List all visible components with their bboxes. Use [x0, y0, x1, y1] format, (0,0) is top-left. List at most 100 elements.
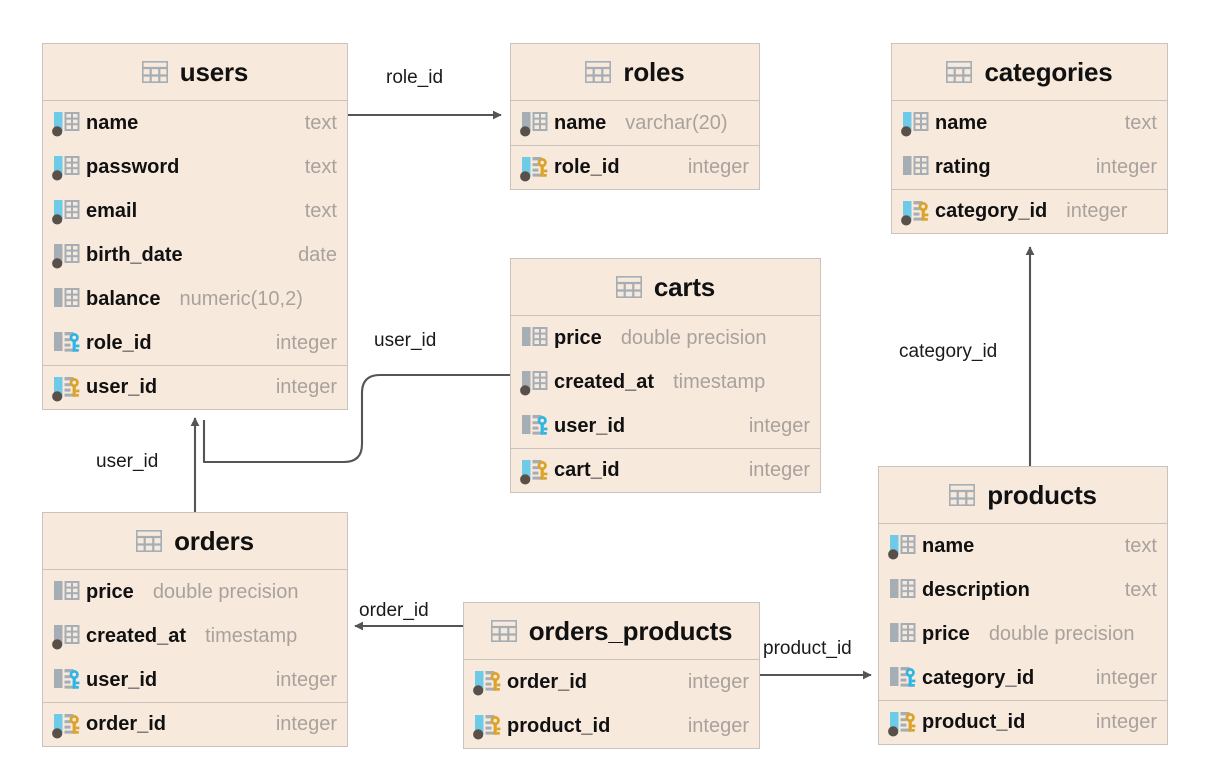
column-row[interactable]: birth_date date [43, 233, 347, 277]
column-name: price [922, 622, 970, 645]
column-row[interactable]: name text [879, 524, 1167, 568]
primary-key-icon [473, 713, 503, 740]
column-name: role_id [554, 156, 620, 178]
column-row[interactable]: product_id integer [464, 704, 759, 748]
entity-header-users[interactable]: users [43, 44, 347, 101]
column-type: text [304, 199, 337, 222]
entity-table-categories[interactable]: categories name text rating integer category_… [891, 43, 1168, 234]
entity-title: roles [623, 56, 685, 87]
entity-header-orders[interactable]: orders [43, 513, 347, 570]
column-row[interactable]: order_id integer [43, 702, 347, 746]
column-type: text [1124, 111, 1157, 134]
entity-table-orders_products[interactable]: orders_products order_id integer product_id… [463, 602, 760, 749]
entity-header-carts[interactable]: carts [511, 259, 820, 316]
column-name: password [86, 155, 180, 178]
column-type: integer [687, 670, 749, 693]
entity-header-products[interactable]: products [879, 467, 1167, 524]
column-name: role_id [86, 331, 152, 354]
column-type: integer [1066, 200, 1128, 222]
column-name: cart_id [554, 459, 620, 481]
column-name: description [922, 578, 1030, 601]
column-icon [52, 623, 82, 650]
column-name: name [86, 111, 139, 134]
column-type: double precision [620, 326, 767, 349]
column-row[interactable]: user_id integer [511, 404, 820, 448]
column-row[interactable]: password text [43, 145, 347, 189]
column-row[interactable]: name text [43, 101, 347, 145]
column-row[interactable]: price double precision [511, 316, 820, 360]
entity-title: users [179, 56, 249, 87]
entity-table-users[interactable]: users name text password text email text birth_… [42, 43, 348, 410]
column-name: balance [86, 287, 161, 310]
column-icon [888, 621, 918, 647]
column-icon [520, 325, 550, 351]
column-type: double precision [152, 580, 299, 603]
column-type: integer [687, 156, 749, 178]
column-icon [52, 110, 82, 137]
edge-label-user-id-carts: user_id [374, 330, 437, 351]
column-row[interactable]: order_id integer [464, 660, 759, 704]
entity-table-carts[interactable]: carts price double precision created_at time… [510, 258, 821, 493]
column-type: integer [687, 714, 749, 737]
column-row[interactable]: role_id integer [43, 321, 347, 365]
table-icon [585, 61, 612, 83]
column-name: name [554, 111, 607, 134]
entity-table-roles[interactable]: roles name varchar(20) role_id integer [510, 43, 760, 190]
table-icon [949, 484, 976, 506]
entity-table-products[interactable]: products name text description text price doub… [878, 466, 1168, 745]
entity-title: orders_products [528, 615, 733, 646]
column-row[interactable]: email text [43, 189, 347, 233]
foreign-key-icon [520, 413, 550, 439]
column-row[interactable]: role_id integer [511, 145, 759, 189]
column-row[interactable]: cart_id integer [511, 448, 820, 492]
column-name: category_id [922, 666, 1035, 689]
column-row[interactable]: price double precision [879, 612, 1167, 656]
column-row[interactable]: user_id integer [43, 658, 347, 702]
column-row[interactable]: name text [892, 101, 1167, 145]
column-icon [520, 369, 550, 396]
foreign-key-icon [888, 665, 918, 691]
table-icon [949, 484, 976, 506]
column-type: text [1124, 534, 1157, 557]
entity-header-categories[interactable]: categories [892, 44, 1167, 101]
column-row[interactable]: product_id integer [879, 700, 1167, 744]
column-row[interactable]: user_id integer [43, 365, 347, 409]
column-row[interactable]: category_id integer [892, 189, 1167, 233]
column-row[interactable]: price double precision [43, 570, 347, 614]
column-row[interactable]: balance numeric(10,2) [43, 277, 347, 321]
column-name: birth_date [86, 243, 183, 266]
column-name: user_id [86, 376, 158, 398]
column-type: integer [748, 459, 810, 481]
column-name: price [554, 326, 602, 349]
column-type: timestamp [205, 624, 298, 647]
column-icon [888, 577, 918, 603]
column-row[interactable]: description text [879, 568, 1167, 612]
entity-header-orders_products[interactable]: orders_products [464, 603, 759, 660]
entity-header-roles[interactable]: roles [511, 44, 759, 101]
table-icon [490, 620, 517, 642]
column-icon [52, 198, 82, 225]
entity-table-orders[interactable]: orders price double precision created_at tim… [42, 512, 348, 747]
column-type: double precision [988, 622, 1135, 645]
entity-title: carts [653, 271, 716, 302]
table-icon [946, 61, 973, 83]
edge-label-user-id-orders: user_id [96, 451, 159, 472]
column-row[interactable]: category_id integer [879, 656, 1167, 700]
column-type: integer [748, 414, 810, 437]
column-row[interactable]: rating integer [892, 145, 1167, 189]
table-icon [141, 61, 168, 83]
column-type: integer [275, 668, 337, 691]
table-icon [946, 61, 973, 83]
column-row[interactable]: name varchar(20) [511, 101, 759, 145]
column-name: name [922, 534, 975, 557]
column-name: email [86, 199, 138, 222]
primary-key-icon [520, 458, 550, 484]
column-row[interactable]: created_at timestamp [43, 614, 347, 658]
column-name: name [935, 111, 988, 134]
column-type: numeric(10,2) [179, 287, 303, 310]
column-row[interactable]: created_at timestamp [511, 360, 820, 404]
foreign-key-icon [52, 667, 82, 693]
primary-key-icon [901, 199, 931, 225]
column-icon [888, 533, 918, 560]
primary-key-icon [473, 669, 503, 696]
